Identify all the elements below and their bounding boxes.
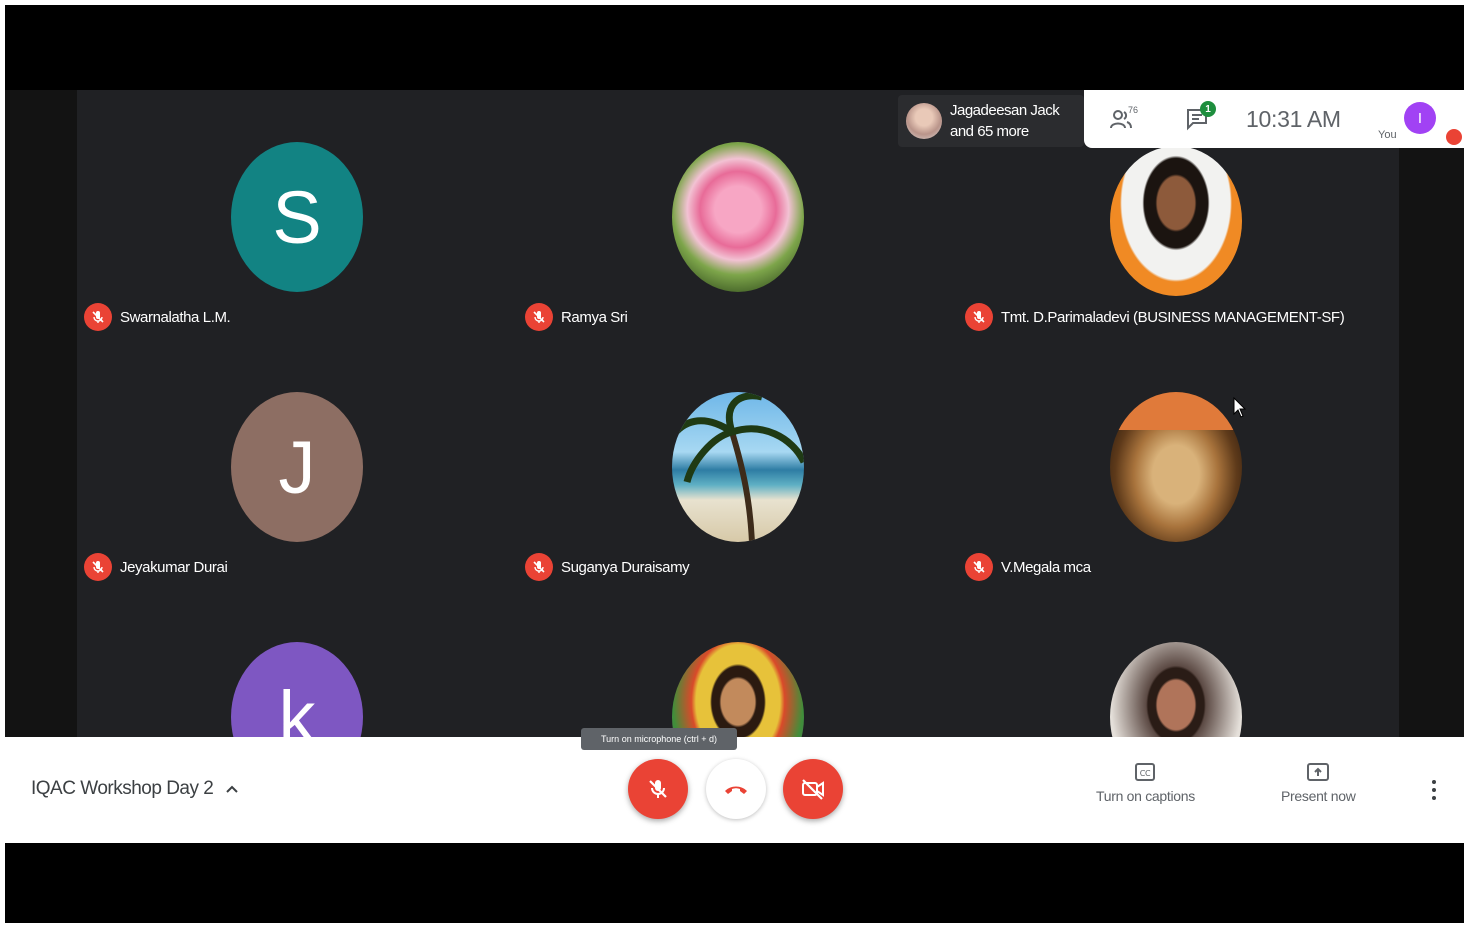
- avatar: J: [231, 392, 363, 542]
- camera-toggle-button[interactable]: [783, 759, 843, 819]
- letterbox-bottom: [5, 843, 1464, 923]
- self-mic-off-icon: [1446, 129, 1462, 145]
- phone-hangup-icon: [725, 786, 747, 794]
- participant-grid: S Swarnalatha L.M. Ramya Sri Tmt. D.Pari…: [77, 90, 1399, 738]
- participant-tile[interactable]: Ramya Sri: [518, 90, 958, 340]
- saint-portrait-photo: [1110, 392, 1242, 542]
- participant-tile[interactable]: [518, 590, 958, 738]
- beach-palm-photo: [672, 392, 804, 542]
- avatar-initial: S: [272, 175, 322, 259]
- woman-photo: [1110, 642, 1242, 738]
- self-avatar-initial: I: [1417, 109, 1423, 127]
- you-label: You: [1378, 129, 1397, 141]
- mic-off-icon: [649, 780, 667, 798]
- avatar-initial: k: [278, 675, 316, 739]
- participant-tile[interactable]: Suganya Duraisamy: [518, 340, 958, 590]
- participant-name-row: Ramya Sri: [525, 303, 628, 331]
- participant-name: Jeyakumar Durai: [120, 558, 228, 576]
- present-now-button[interactable]: Present now: [1281, 762, 1356, 804]
- captions-icon: CC: [1135, 763, 1156, 781]
- mic-off-icon: [965, 553, 993, 581]
- meeting-clock: 10:31 AM: [1246, 105, 1341, 132]
- mouse-cursor-icon: [1233, 397, 1247, 418]
- participant-tile[interactable]: S Swarnalatha L.M.: [77, 90, 517, 340]
- avatar: k: [231, 642, 363, 738]
- participant-tile[interactable]: k: [77, 590, 517, 738]
- presenter-more-count: and 65 more: [950, 123, 1029, 140]
- participant-name: Suganya Duraisamy: [561, 558, 690, 576]
- stage-edge-left: [5, 90, 77, 738]
- mic-toggle-button[interactable]: [628, 759, 688, 819]
- camera-off-icon: [802, 779, 824, 800]
- participant-name-row: Tmt. D.Parimaladevi (BUSINESS MANAGEMENT…: [965, 303, 1345, 331]
- participant-name-row: V.Megala mca: [965, 553, 1091, 581]
- present-now-label: Present now: [1281, 788, 1356, 804]
- present-screen-icon: [1307, 763, 1330, 781]
- mic-tooltip: Turn on microphone (ctrl + d): [581, 728, 737, 750]
- captions-label: Turn on captions: [1096, 788, 1195, 804]
- participant-name: Tmt. D.Parimaladevi (BUSINESS MANAGEMENT…: [1001, 308, 1345, 326]
- presenter-chip[interactable]: Jagadeesan Jack and 65 more: [898, 95, 1084, 147]
- woman-flowers-photo: [672, 642, 804, 738]
- participant-name-row: Suganya Duraisamy: [525, 553, 690, 581]
- participant-name: V.Megala mca: [1001, 558, 1091, 576]
- participant-name: Ramya Sri: [561, 308, 628, 326]
- chevron-up-icon: [226, 785, 239, 793]
- mic-off-icon: [965, 303, 993, 331]
- participant-tile[interactable]: [958, 590, 1398, 738]
- participants-count: 76: [1128, 105, 1139, 115]
- meeting-details-toggle[interactable]: IQAC Workshop Day 2: [31, 778, 239, 800]
- more-options-button[interactable]: [1424, 772, 1444, 808]
- participant-tile[interactable]: V.Megala mca: [958, 340, 1398, 590]
- self-avatar[interactable]: I: [1404, 102, 1436, 134]
- more-vert-icon: [1432, 780, 1436, 784]
- participant-name-row: Jeyakumar Durai: [84, 553, 228, 581]
- letterbox-top: [5, 5, 1464, 90]
- participant-name: Swarnalatha L.M.: [120, 308, 231, 326]
- stage-edge-right: [1399, 90, 1464, 738]
- mic-off-icon: [525, 303, 553, 331]
- mic-off-icon: [84, 303, 112, 331]
- svg-text:CC: CC: [1140, 769, 1151, 778]
- avatar-initial: J: [278, 425, 316, 509]
- presenter-avatar: [906, 103, 942, 139]
- participants-button[interactable]: 76: [1102, 99, 1142, 139]
- chat-badge: 1: [1200, 101, 1216, 117]
- meeting-title: IQAC Workshop Day 2: [31, 778, 214, 799]
- participant-name-row: Swarnalatha L.M.: [84, 303, 231, 331]
- leave-call-button[interactable]: [706, 759, 766, 819]
- captions-button[interactable]: CC Turn on captions: [1096, 762, 1195, 804]
- presenter-name: Jagadeesan Jack: [950, 102, 1060, 119]
- lotus-photo: [672, 142, 804, 292]
- mic-off-icon: [84, 553, 112, 581]
- chat-button[interactable]: 1: [1178, 99, 1218, 139]
- mic-off-icon: [525, 553, 553, 581]
- avatar: S: [231, 142, 363, 292]
- woman-portrait-photo: [1110, 146, 1242, 296]
- participant-tile[interactable]: J Jeyakumar Durai: [77, 340, 517, 590]
